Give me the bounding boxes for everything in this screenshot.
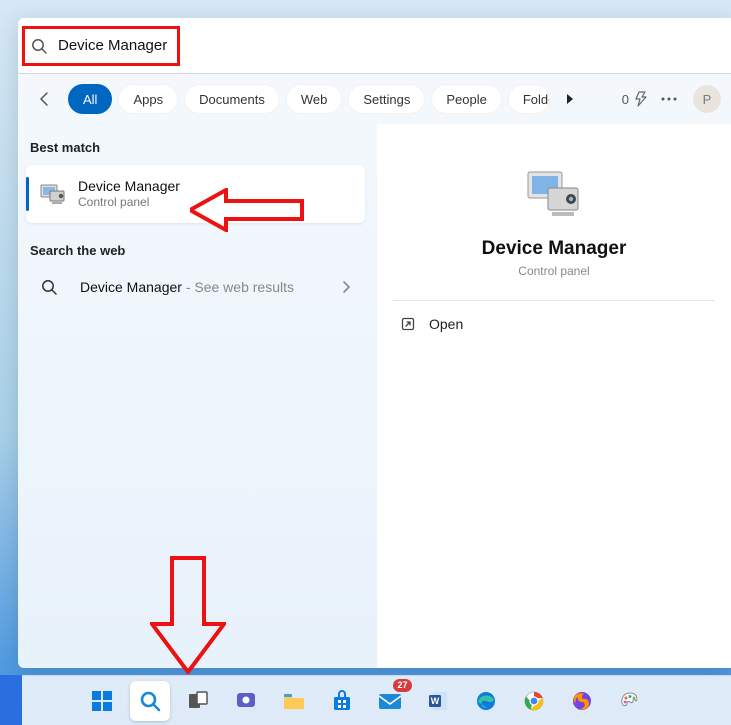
svg-text:W: W	[430, 696, 439, 706]
microsoft-store-button[interactable]	[322, 681, 362, 721]
open-action[interactable]: Open	[393, 301, 715, 347]
file-explorer-button[interactable]	[274, 681, 314, 721]
rewards-count: 0	[622, 92, 629, 107]
filter-documents[interactable]: Documents	[184, 84, 280, 114]
start-search-panel: All Apps Documents Web Settings People F…	[18, 18, 731, 668]
taskbar-accent	[0, 675, 22, 725]
filter-all[interactable]: All	[68, 84, 112, 114]
filter-folders[interactable]: Folders	[508, 84, 550, 114]
search-row	[18, 18, 731, 74]
open-label: Open	[429, 316, 463, 332]
results-body: Best match Device Manager Control panel …	[18, 124, 731, 668]
best-match-label: Best match	[26, 136, 365, 165]
detail-title: Device Manager	[482, 238, 627, 260]
filter-settings[interactable]: Settings	[348, 84, 425, 114]
taskbar-search-button[interactable]	[130, 681, 170, 721]
best-match-result[interactable]: Device Manager Control panel	[26, 165, 365, 223]
chevron-right-icon	[341, 280, 351, 294]
device-manager-icon	[40, 181, 66, 207]
mail-badge: 27	[393, 679, 411, 692]
teams-chat-button[interactable]	[226, 681, 266, 721]
firefox-button[interactable]	[562, 681, 602, 721]
taskbar: 27 W	[0, 675, 731, 725]
task-view-button[interactable]	[178, 681, 218, 721]
best-match-text: Device Manager Control panel	[78, 177, 180, 211]
word-button[interactable]: W	[418, 681, 458, 721]
mail-button[interactable]: 27	[370, 681, 410, 721]
start-button[interactable]	[82, 681, 122, 721]
search-input[interactable]	[58, 37, 719, 54]
search-web-label: Search the web	[26, 239, 365, 268]
best-match-title: Device Manager	[78, 177, 180, 195]
scroll-filters-right[interactable]	[556, 85, 584, 113]
best-match-subtitle: Control panel	[78, 195, 180, 211]
open-icon	[399, 315, 417, 333]
edge-button[interactable]	[466, 681, 506, 721]
chrome-button[interactable]	[514, 681, 554, 721]
filter-apps[interactable]: Apps	[118, 84, 178, 114]
paint-button[interactable]	[610, 681, 650, 721]
rewards-counter[interactable]: 0	[622, 91, 649, 107]
detail-subtitle: Control panel	[518, 264, 589, 278]
back-button[interactable]	[28, 82, 62, 116]
results-left-column: Best match Device Manager Control panel …	[18, 124, 373, 668]
detail-panel: Device Manager Control panel Open	[377, 124, 731, 668]
filter-people[interactable]: People	[431, 84, 501, 114]
web-result-text: Device Manager - See web results	[80, 279, 329, 295]
web-result-query: Device Manager	[80, 279, 182, 295]
user-avatar[interactable]: P	[693, 85, 721, 113]
web-result-hint: - See web results	[182, 279, 294, 295]
web-result-row[interactable]: Device Manager - See web results	[26, 268, 365, 306]
filter-row: All Apps Documents Web Settings People F…	[18, 74, 731, 124]
search-icon	[30, 37, 48, 55]
search-icon	[40, 278, 58, 296]
more-button[interactable]	[655, 85, 683, 113]
device-manager-icon-large	[524, 164, 584, 224]
filter-web[interactable]: Web	[286, 84, 343, 114]
